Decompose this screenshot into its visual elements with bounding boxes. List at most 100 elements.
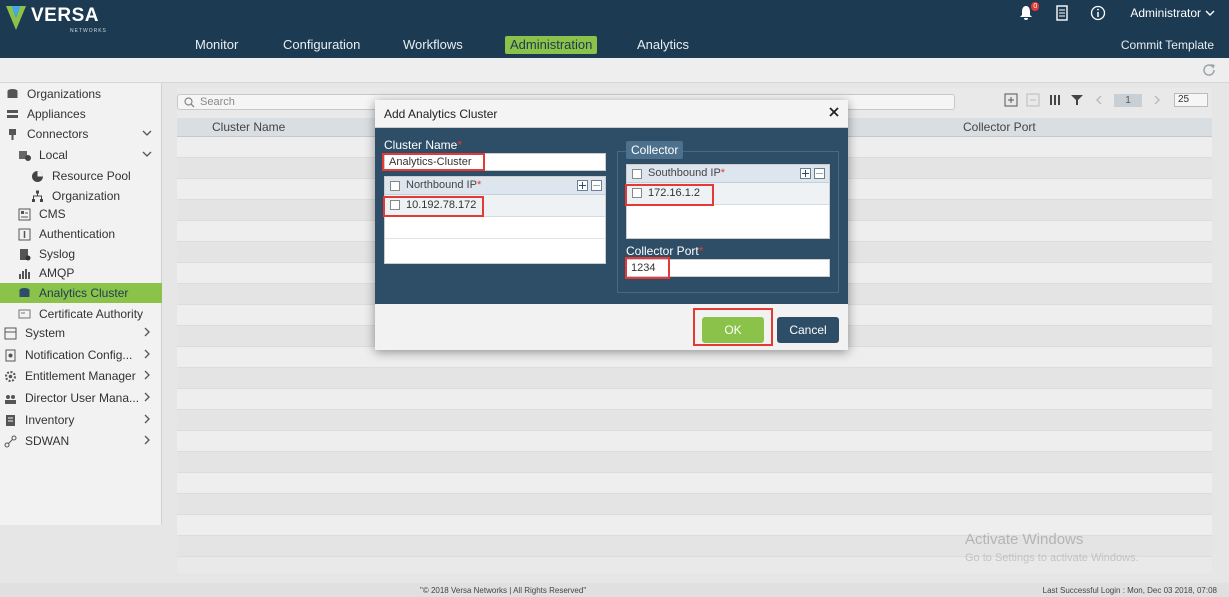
sidebar-item-director-user-management[interactable]: Director User Mana...: [0, 388, 162, 408]
minus-icon: [816, 173, 823, 174]
sidebar-item-notification-config[interactable]: Notification Config...: [0, 345, 162, 365]
add-row-button[interactable]: [800, 168, 811, 179]
select-all-checkbox[interactable]: [632, 169, 642, 179]
top-header: VERSA NETWORKS Monitor Configuration Wor…: [0, 0, 1229, 58]
sidebar-item-amqp[interactable]: AMQP: [0, 263, 162, 283]
chevron-right-icon: [144, 349, 150, 359]
plus-icon: [579, 182, 586, 189]
connectors-icon: [9, 128, 16, 140]
sub-toolbar: [0, 58, 1229, 83]
sidebar-item-label: CMS: [39, 207, 66, 221]
chevron-right-icon[interactable]: [1150, 93, 1164, 107]
column-cluster-name[interactable]: Cluster Name: [212, 120, 285, 134]
nav-monitor[interactable]: Monitor: [195, 36, 238, 54]
add-icon[interactable]: [1004, 93, 1018, 107]
chevron-right-icon: [144, 392, 150, 402]
organizations-icon: [7, 88, 18, 98]
columns-icon[interactable]: [1048, 93, 1062, 107]
filter-icon[interactable]: [1070, 93, 1084, 107]
chevron-right-icon: [144, 414, 150, 424]
page-size-select[interactable]: 25: [1174, 93, 1208, 107]
table-row: [177, 473, 1212, 494]
collector-port-label-text: Collector Port: [626, 244, 699, 258]
footer: "© 2018 Versa Networks | All Rights Rese…: [0, 583, 1229, 597]
sidebar-item-label: Local: [39, 148, 68, 162]
table-row: [177, 494, 1212, 515]
sidebar-item-authentication[interactable]: Authentication: [0, 224, 162, 244]
commit-template-link[interactable]: Commit Template: [1121, 38, 1214, 52]
notification-badge: 0: [1031, 2, 1040, 11]
required-mark: *: [720, 167, 726, 179]
nav-workflows[interactable]: Workflows: [403, 36, 463, 54]
system-icon: [4, 327, 17, 339]
notifications-bell-icon[interactable]: 0: [1018, 2, 1040, 21]
sidebar-item-appliances[interactable]: Appliances: [0, 104, 162, 124]
remove-icon[interactable]: [1026, 93, 1040, 107]
sidebar-item-certificate-authority[interactable]: Certificate Authority: [0, 304, 162, 324]
sidebar-item-resource-pool[interactable]: Resource Pool: [0, 166, 162, 186]
sidebar-item-analytics-cluster[interactable]: Analytics Cluster: [0, 283, 162, 303]
select-all-checkbox[interactable]: [390, 181, 400, 191]
info-icon[interactable]: [1090, 5, 1106, 21]
versa-logo-mark-icon: [6, 6, 26, 30]
add-analytics-cluster-dialog: Add Analytics Cluster Cluster Name* Anal…: [375, 100, 848, 350]
sidebar-item-syslog[interactable]: Syslog: [0, 244, 162, 264]
analytics-cluster-icon: [19, 287, 30, 297]
task-list-icon[interactable]: [1054, 5, 1070, 21]
sidebar-item-label: Appliances: [27, 107, 86, 121]
chevron-left-icon[interactable]: [1092, 93, 1106, 107]
sidebar-item-entitlement-manager[interactable]: Entitlement Manager: [0, 366, 162, 386]
northbound-ip-header: Northbound IP*: [385, 177, 605, 195]
versa-logo[interactable]: VERSA NETWORKS: [6, 5, 106, 34]
northbound-ip-table: Northbound IP* 10.192.78.172: [384, 176, 606, 264]
chevron-down-icon: [142, 151, 152, 157]
chevron-down-icon: [142, 130, 152, 136]
user-menu[interactable]: Administrator: [1130, 6, 1215, 20]
add-row-button[interactable]: [577, 180, 588, 191]
page-number[interactable]: 1: [1114, 93, 1142, 107]
sidebar-item-connectors[interactable]: Connectors: [0, 124, 162, 144]
sidebar-item-cms[interactable]: CMS: [0, 204, 162, 224]
chevron-right-icon: [144, 435, 150, 445]
page-size-value: 25: [1178, 94, 1190, 105]
amqp-icon: [19, 268, 30, 279]
nav-configuration[interactable]: Configuration: [283, 36, 360, 54]
certificate-icon: [18, 309, 31, 318]
close-icon[interactable]: [828, 106, 840, 118]
dialog-header: Add Analytics Cluster: [375, 100, 848, 128]
table-row: [177, 410, 1212, 431]
plus-icon: [802, 170, 809, 177]
sidebar-item-organization[interactable]: Organization: [0, 186, 162, 206]
brand-sub: NETWORKS: [70, 28, 107, 34]
required-mark: *: [476, 179, 482, 191]
sidebar-item-inventory[interactable]: Inventory: [0, 410, 162, 430]
nav-administration[interactable]: Administration: [505, 36, 598, 54]
nav-analytics[interactable]: Analytics: [637, 36, 689, 54]
cancel-button[interactable]: Cancel: [777, 317, 839, 343]
northbound-ip-header-text: Northbound IP: [406, 179, 477, 191]
users-icon: [5, 394, 16, 404]
sidebar-item-label: Resource Pool: [52, 169, 131, 183]
table-row: [177, 368, 1212, 389]
required-mark: *: [698, 244, 704, 258]
appliances-icon: [7, 109, 18, 118]
table-row: [177, 389, 1212, 410]
brand-name: VERSA: [31, 5, 99, 26]
sidebar-item-system[interactable]: System: [0, 323, 162, 343]
remove-row-button[interactable]: [814, 168, 825, 179]
sidebar-item-organizations[interactable]: Organizations: [0, 84, 162, 104]
highlight-box: [625, 257, 670, 279]
empty-row: [385, 217, 605, 239]
minus-icon: [593, 185, 600, 186]
sidebar-item-sdwan[interactable]: SDWAN: [0, 431, 162, 451]
column-collector-port[interactable]: Collector Port: [963, 120, 1036, 134]
sidebar-item-local[interactable]: Local: [0, 145, 162, 165]
sdwan-icon: [4, 435, 17, 447]
remove-row-button[interactable]: [591, 180, 602, 191]
southbound-ip-header-label: Southbound IP*: [648, 167, 725, 179]
refresh-icon[interactable]: [1201, 62, 1217, 78]
highlight-box: [383, 196, 484, 217]
dialog-footer: OK Cancel: [375, 304, 848, 350]
highlight-box: [693, 308, 773, 346]
sidebar-item-label: Organizations: [27, 87, 102, 101]
